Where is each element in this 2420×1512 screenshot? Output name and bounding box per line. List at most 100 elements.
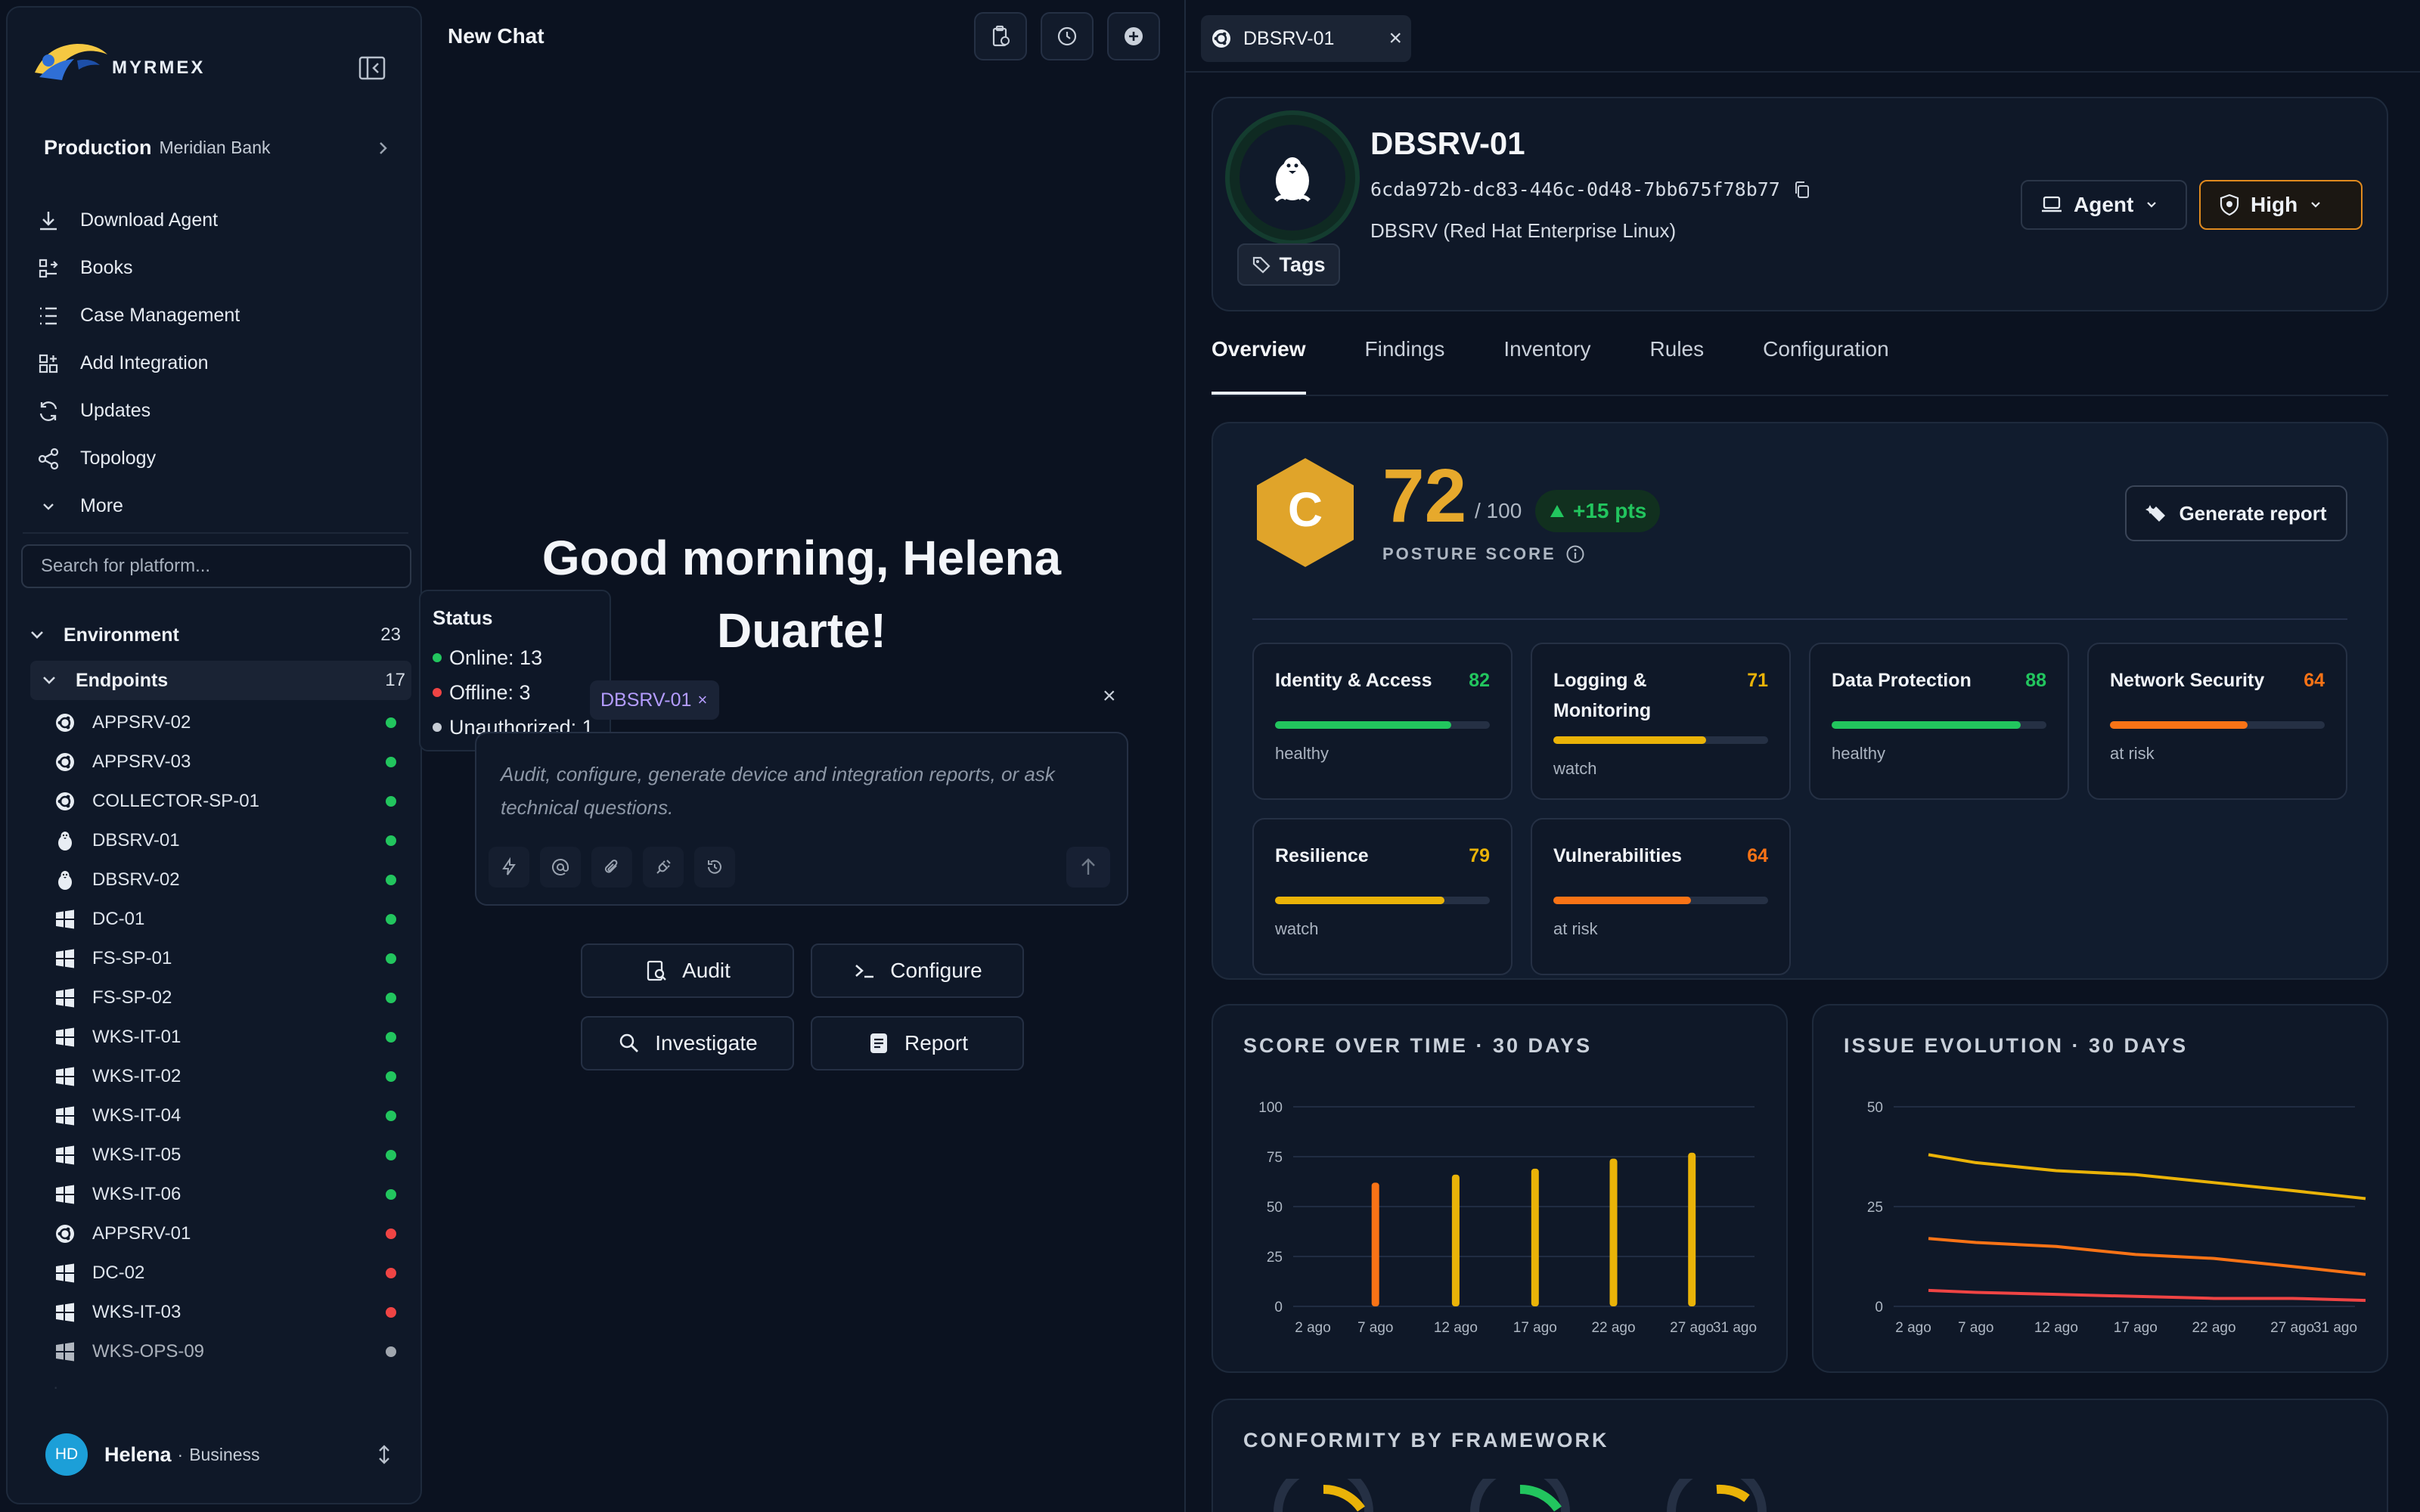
windows-icon bbox=[53, 1182, 77, 1207]
device-tabs: Overview Findings Inventory Rules Config… bbox=[1212, 337, 1948, 395]
category-card[interactable]: Logging & Monitoring 71 watch bbox=[1531, 643, 1791, 800]
remove-chip-icon[interactable]: × bbox=[697, 690, 707, 710]
laptop-icon bbox=[2042, 196, 2062, 212]
endpoint-item[interactable]: WKS-IT-06 bbox=[53, 1175, 416, 1214]
category-card[interactable]: Network Security 64 at risk bbox=[2087, 643, 2347, 800]
endpoint-item[interactable]: FS-SP-01 bbox=[53, 939, 416, 978]
close-tab-icon[interactable]: × bbox=[1388, 26, 1402, 51]
endpoint-item[interactable]: DC-02 bbox=[53, 1253, 416, 1293]
tab-findings[interactable]: Findings bbox=[1365, 337, 1445, 395]
x-tick-label: 31 ago bbox=[2313, 1320, 2357, 1336]
endpoint-item[interactable]: DC-01 bbox=[53, 900, 416, 939]
quick-action-button[interactable] bbox=[489, 847, 529, 888]
endpoint-item[interactable]: WKS-IT-04 bbox=[53, 1096, 416, 1136]
category-bar-fill bbox=[2110, 721, 2248, 729]
y-tick-label: 50 bbox=[1867, 1100, 1883, 1116]
mention-button[interactable] bbox=[540, 847, 581, 888]
workspace-org: Meridian Bank bbox=[159, 138, 271, 157]
composer-placeholder[interactable]: Audit, configure, generate device and in… bbox=[501, 758, 1106, 824]
category-card[interactable]: Data Protection 88 healthy bbox=[1809, 643, 2069, 800]
info-icon[interactable] bbox=[1565, 544, 1585, 564]
investigate-button[interactable]: Investigate bbox=[581, 1016, 794, 1070]
device-description: DBSRV (Red Hat Enterprise Linux) bbox=[1370, 219, 1677, 242]
clipboard-button[interactable] bbox=[974, 12, 1027, 60]
nav-books[interactable]: Books bbox=[35, 244, 413, 292]
windows-icon bbox=[53, 907, 77, 931]
attach-button[interactable] bbox=[591, 847, 632, 888]
x-tick-label: 12 ago bbox=[2034, 1320, 2078, 1336]
new-chat-button[interactable] bbox=[1107, 12, 1160, 60]
endpoints-label: Endpoints bbox=[76, 669, 169, 691]
endpoint-item[interactable]: APPSRV-03 bbox=[53, 742, 416, 782]
endpoint-item[interactable]: DBSRV-01 bbox=[53, 821, 416, 860]
endpoint-item[interactable]: WKS-IT-01 bbox=[53, 1018, 416, 1057]
category-card[interactable]: Resilience 79 watch bbox=[1252, 818, 1512, 975]
x-tick-label: 22 ago bbox=[1591, 1320, 1635, 1336]
endpoint-item[interactable]: COLLECTOR-SP-01 bbox=[53, 782, 416, 821]
nav-case-management[interactable]: Case Management bbox=[35, 292, 413, 339]
generate-report-button[interactable]: Generate report bbox=[2125, 485, 2347, 541]
tree-endpoints[interactable]: Endpoints 17 bbox=[30, 661, 411, 700]
status-dot bbox=[386, 1032, 396, 1043]
endpoint-item[interactable]: APPSRV-02 bbox=[53, 703, 416, 742]
score-over-time-chart: 0 25 50 75 100 2 ago 7 ago 12 ago 17 ago 22 ago 27… bbox=[1258, 1100, 1757, 1336]
workspace-selector[interactable]: Production Meridian Bank bbox=[44, 136, 392, 160]
endpoint-item[interactable]: APPSRV-01 bbox=[53, 1214, 416, 1253]
collapse-sidebar-icon[interactable] bbox=[357, 53, 387, 83]
nav-download-agent[interactable]: Download Agent bbox=[35, 197, 413, 244]
report-button[interactable]: Report bbox=[811, 1016, 1024, 1070]
category-card[interactable]: Vulnerabilities 64 at risk bbox=[1531, 818, 1791, 975]
context-chip[interactable]: DBSRV-01 × bbox=[590, 680, 720, 720]
x-tick-label: 17 ago bbox=[2114, 1320, 2158, 1336]
nav-more[interactable]: More bbox=[35, 482, 413, 530]
nav-add-integration[interactable]: Add Integration bbox=[35, 339, 413, 387]
platform-search-input[interactable] bbox=[21, 544, 411, 588]
windows-icon bbox=[53, 947, 77, 971]
tags-button[interactable]: Tags bbox=[1237, 243, 1340, 286]
category-score: 79 bbox=[1469, 845, 1490, 866]
category-name: Vulnerabilities bbox=[1553, 845, 1682, 866]
endpoint-name: APPSRV-01 bbox=[92, 1223, 191, 1244]
tree-environment[interactable]: Environment 23 bbox=[26, 615, 411, 655]
severity-dropdown[interactable]: High bbox=[2199, 180, 2363, 230]
integration-link-button[interactable] bbox=[643, 847, 684, 888]
sparkle-report-icon bbox=[2145, 505, 2166, 522]
user-menu[interactable]: HD Helena · Business bbox=[45, 1433, 393, 1476]
issue-chart-title: ISSUE EVOLUTION · 30 DAYS bbox=[1844, 1034, 2189, 1057]
audit-button[interactable]: Audit bbox=[581, 943, 794, 998]
gauge-arc-2 bbox=[1519, 1484, 1562, 1512]
send-button[interactable] bbox=[1066, 847, 1110, 888]
status-dot bbox=[386, 1228, 396, 1239]
category-card[interactable]: Identity & Access 82 healthy bbox=[1252, 643, 1512, 800]
close-context-icon[interactable]: × bbox=[1103, 683, 1116, 709]
endpoint-item[interactable]: WKS-OPS-09 bbox=[53, 1332, 416, 1371]
history-button[interactable] bbox=[1041, 12, 1094, 60]
windows-icon bbox=[53, 1064, 77, 1089]
copy-icon[interactable] bbox=[1792, 180, 1812, 200]
chevron-down-icon bbox=[26, 624, 48, 646]
configure-button[interactable]: Configure bbox=[811, 943, 1024, 998]
nav-topology[interactable]: Topology bbox=[35, 435, 413, 482]
ubuntu-icon bbox=[53, 1222, 77, 1246]
nav-label: Case Management bbox=[80, 305, 240, 326]
brand[interactable]: MYRMEX bbox=[32, 38, 205, 83]
endpoint-item[interactable]: WKS-IT-05 bbox=[53, 1136, 416, 1175]
agent-dropdown[interactable]: Agent bbox=[2021, 180, 2187, 230]
tab-inventory[interactable]: Inventory bbox=[1503, 337, 1590, 395]
device-os-badge bbox=[1225, 110, 1360, 245]
tab-overview[interactable]: Overview bbox=[1212, 337, 1306, 395]
chat-composer[interactable]: Audit, configure, generate device and in… bbox=[475, 732, 1128, 906]
endpoint-item[interactable]: WKS-IT-03 bbox=[53, 1293, 416, 1332]
tab-configuration[interactable]: Configuration bbox=[1763, 337, 1889, 395]
endpoint-item[interactable]: FS-SP-02 bbox=[53, 978, 416, 1018]
history-tool-button[interactable] bbox=[694, 847, 735, 888]
category-bar-fill bbox=[1275, 897, 1445, 904]
device-tab[interactable]: DBSRV-01 × bbox=[1201, 15, 1411, 62]
endpoint-item[interactable]: WKS-IT-02 bbox=[53, 1057, 416, 1096]
nav-updates[interactable]: Updates bbox=[35, 387, 413, 435]
tab-rules[interactable]: Rules bbox=[1650, 337, 1705, 395]
windows-icon bbox=[53, 1340, 77, 1364]
endpoint-item[interactable]: DBSRV-02 bbox=[53, 860, 416, 900]
issue-series-line bbox=[1928, 1237, 2366, 1276]
arrow-up-icon bbox=[1081, 858, 1095, 875]
